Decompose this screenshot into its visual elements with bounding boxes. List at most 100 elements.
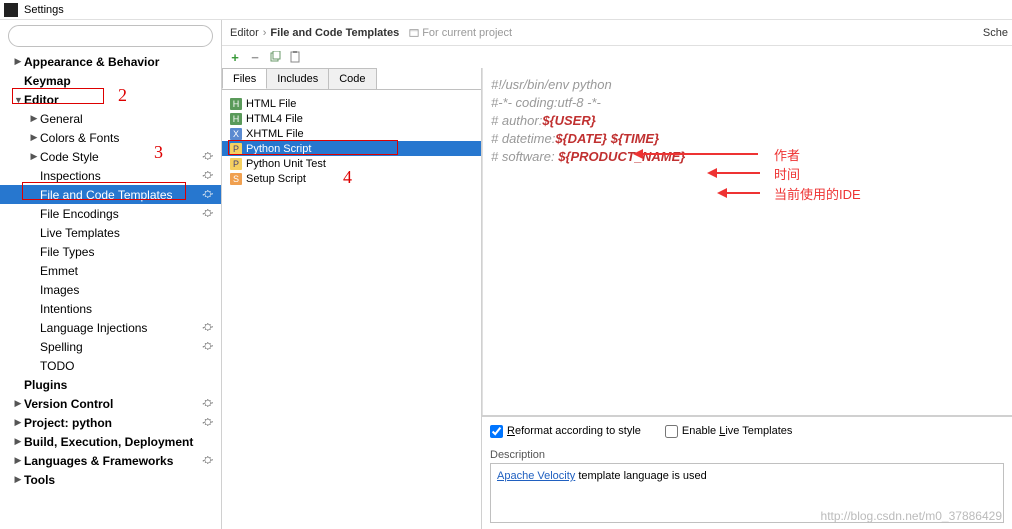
sidebar-item-editor[interactable]: ▼Editor	[0, 90, 221, 109]
gear-icon: ⛮	[202, 170, 213, 181]
sidebar-item-file-and-code-templates[interactable]: File and Code Templates⛮	[0, 185, 221, 204]
sidebar-item-label: Build, Execution, Deployment	[24, 435, 193, 449]
breadcrumb-scope: For current project	[422, 27, 512, 39]
velocity-link[interactable]: Apache Velocity	[497, 470, 575, 482]
sidebar-item-plugins[interactable]: Plugins	[0, 375, 221, 394]
sidebar-item-appearance-behavior[interactable]: ▶Appearance & Behavior	[0, 52, 221, 71]
file-icon: H	[230, 98, 242, 110]
template-editor[interactable]: #!/usr/bin/env python #-*- coding:utf-8 …	[482, 68, 1012, 415]
sidebar-item-images[interactable]: Images	[0, 280, 221, 299]
gear-icon: ⛮	[202, 322, 213, 333]
gear-icon: ⛮	[202, 341, 213, 352]
template-item-html-file[interactable]: H HTML File	[222, 96, 481, 111]
sidebar-item-label: File Types	[40, 245, 94, 259]
sidebar-item-general[interactable]: ▶General	[0, 109, 221, 128]
breadcrumb: Editor › File and Code Templates For cur…	[222, 20, 1012, 46]
sidebar-item-label: Live Templates	[40, 226, 120, 240]
gear-icon: ⛮	[202, 398, 213, 409]
sidebar-item-inspections[interactable]: Inspections ⛮	[0, 166, 221, 185]
sidebar-item-label: Language Injections	[40, 321, 147, 335]
toolbar: + −	[222, 46, 1012, 68]
scheme-label: Sche	[983, 27, 1008, 39]
sidebar-item-languages-frameworks[interactable]: ▶Languages & Frameworks⛮	[0, 451, 221, 470]
template-item-setup-script[interactable]: S Setup Script	[222, 171, 481, 186]
sidebar-item-label: Languages & Frameworks	[24, 454, 173, 468]
sidebar-item-label: Version Control	[24, 397, 113, 411]
gear-icon: ⛮	[202, 208, 213, 219]
file-icon: S	[230, 173, 242, 185]
sidebar-item-label: Appearance & Behavior	[24, 55, 159, 69]
remove-button[interactable]: −	[248, 50, 262, 64]
sidebar-item-label: General	[40, 112, 83, 126]
template-item-python-unit-test[interactable]: PPython Unit Test	[222, 156, 481, 171]
annotation-author: 作者	[774, 145, 800, 164]
sidebar-item-colors-fonts[interactable]: ▶Colors & Fonts	[0, 128, 221, 147]
template-item-python-script[interactable]: PPython Script	[222, 141, 481, 156]
gear-icon: ⛮	[202, 151, 213, 162]
sidebar-item-label: Colors & Fonts	[40, 131, 119, 145]
sidebar-item-label: Plugins	[24, 378, 67, 392]
add-button[interactable]: +	[228, 50, 242, 64]
sidebar-item-emmet[interactable]: Emmet	[0, 261, 221, 280]
sidebar-item-tools[interactable]: ▶Tools	[0, 470, 221, 489]
tree-arrow-icon: ▶	[30, 132, 38, 143]
sidebar-item-project-python[interactable]: ▶Project: python⛮	[0, 413, 221, 432]
sidebar-item-live-templates[interactable]: Live Templates	[0, 223, 221, 242]
sidebar-item-label: Editor	[24, 93, 59, 107]
sidebar-item-todo[interactable]: TODO	[0, 356, 221, 375]
tree-arrow-icon: ▶	[14, 436, 22, 447]
tree-arrow-icon: ▶	[30, 151, 38, 162]
template-item-html4-file[interactable]: H HTML4 File	[222, 111, 481, 126]
tree-arrow-icon: ▶	[14, 398, 22, 409]
window-title: Settings	[24, 4, 64, 16]
template-tabs: FilesIncludesCode	[222, 68, 481, 90]
template-item-label: HTML File	[246, 98, 296, 110]
tree-arrow-icon: ▶	[14, 474, 22, 485]
template-item-label: Python Unit Test	[246, 158, 326, 170]
sidebar-item-language-injections[interactable]: Language Injections ⛮	[0, 318, 221, 337]
tab-includes[interactable]: Includes	[266, 68, 329, 89]
sidebar-item-label: Emmet	[40, 264, 78, 278]
gear-icon: ⛮	[202, 189, 213, 200]
tab-code[interactable]: Code	[328, 68, 376, 89]
template-item-xhtml-file[interactable]: XXHTML File	[222, 126, 481, 141]
sidebar-item-intentions[interactable]: Intentions	[0, 299, 221, 318]
annotation-arrow-time	[712, 172, 760, 174]
sidebar-item-spelling[interactable]: Spelling⛮	[0, 337, 221, 356]
sidebar-item-label: Images	[40, 283, 79, 297]
sidebar-item-label: Project: python	[24, 416, 112, 430]
annotation-time: 时间	[774, 164, 800, 183]
gear-icon: ⛮	[202, 455, 213, 466]
sidebar-item-keymap[interactable]: Keymap	[0, 71, 221, 90]
breadcrumb-root[interactable]: Editor	[230, 27, 259, 39]
file-icon: H	[230, 113, 242, 125]
sidebar-item-code-style[interactable]: ▶Code Style ⛮	[0, 147, 221, 166]
sidebar-item-build-execution-deployment[interactable]: ▶Build, Execution, Deployment	[0, 432, 221, 451]
template-item-label: Setup Script	[246, 173, 306, 185]
template-item-label: XHTML File	[246, 128, 304, 140]
sidebar-item-label: Tools	[24, 473, 55, 487]
sidebar-item-label: Code Style	[40, 150, 99, 164]
app-icon	[4, 3, 18, 17]
sidebar-item-version-control[interactable]: ▶Version Control ⛮	[0, 394, 221, 413]
breadcrumb-current: File and Code Templates	[270, 27, 399, 39]
paste-button[interactable]	[288, 50, 302, 64]
project-scope-icon	[409, 28, 419, 38]
sidebar-item-file-encodings[interactable]: File Encodings⛮	[0, 204, 221, 223]
settings-tree: ▶Appearance & BehaviorKeymap▼Editor▶Gene…	[0, 52, 221, 529]
template-list: HHTML FileHHTML4 FileXXHTML FilePPython …	[222, 90, 481, 529]
tree-arrow-icon: ▼	[14, 95, 22, 105]
live-templates-checkbox[interactable]: Enable Live Templates	[665, 425, 793, 438]
tree-arrow-icon: ▶	[14, 56, 22, 67]
template-item-label: HTML4 File	[246, 113, 303, 125]
breadcrumb-sep: ›	[263, 27, 267, 39]
sidebar-item-label: Inspections	[40, 169, 101, 183]
sidebar-item-file-types[interactable]: File Types	[0, 242, 221, 261]
copy-button[interactable]	[268, 50, 282, 64]
description-label: Description	[482, 445, 1012, 463]
search-input[interactable]	[8, 25, 213, 47]
reformat-checkbox[interactable]: Reformat according to style	[490, 425, 641, 438]
tab-files[interactable]: Files	[222, 68, 267, 89]
annotation-ide: 当前使用的IDE	[774, 184, 861, 203]
sidebar-item-label: Keymap	[24, 74, 71, 88]
